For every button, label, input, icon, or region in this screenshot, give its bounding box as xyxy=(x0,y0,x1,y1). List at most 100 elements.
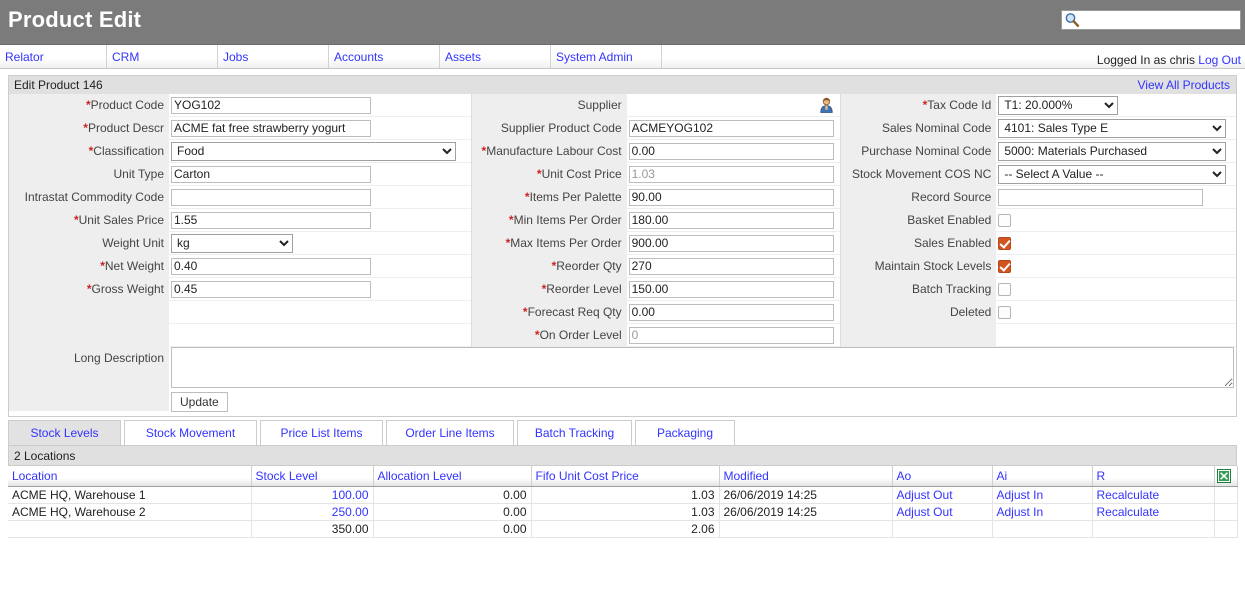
adjust-out-link[interactable]: Adjust Out xyxy=(897,488,953,502)
search-input[interactable] xyxy=(1080,12,1240,28)
tab-order-line-items[interactable]: Order Line Items xyxy=(386,420,514,445)
nav-label: Jobs xyxy=(223,49,249,64)
field-value: 4101: Sales Type E xyxy=(996,117,1236,140)
cell-totals-fifo-unit-cost-price: 2.06 xyxy=(531,520,720,538)
purchase-nominal-code-select[interactable]: 5000: Materials Purchased xyxy=(998,141,1227,161)
nav-item-jobs[interactable]: Jobs xyxy=(218,45,329,68)
stock-level-link[interactable]: 250.00 xyxy=(332,505,369,519)
field-label: *Max Items Per Order xyxy=(471,231,627,255)
field-value xyxy=(996,186,1236,209)
adjust-in-link[interactable]: Adjust In xyxy=(997,488,1044,502)
adjust-in-link[interactable]: Adjust In xyxy=(997,505,1044,519)
field-label: *On Order Level xyxy=(471,323,627,347)
nav-item-crm[interactable]: CRM xyxy=(107,45,218,68)
cell-totals-ai xyxy=(992,520,1093,538)
view-all-products-link[interactable]: View All Products xyxy=(1138,78,1231,92)
basket-enabled-checkbox[interactable] xyxy=(998,213,1012,227)
cell-r: Recalculate xyxy=(1092,486,1215,504)
field-value xyxy=(627,140,841,163)
deleted-checkbox[interactable] xyxy=(998,305,1012,319)
excel-export-icon[interactable] xyxy=(1216,469,1231,484)
field-label: Weight Unit xyxy=(9,231,169,255)
cell-totals-stock-level: 350.00 xyxy=(251,520,374,538)
column-header-location[interactable]: Location xyxy=(8,466,252,487)
tab-batch-tracking[interactable]: Batch Tracking xyxy=(517,420,632,445)
manufacture-labour-cost-input[interactable] xyxy=(628,142,834,160)
tax-code-id-select[interactable]: T1: 20.000% xyxy=(998,95,1119,115)
global-search[interactable] xyxy=(1061,10,1241,30)
column-header-allocation-level[interactable]: Allocation Level xyxy=(373,466,532,487)
log-out-link[interactable]: Log Out xyxy=(1198,53,1241,67)
unit-sales-price-input[interactable] xyxy=(171,211,371,229)
on-order-level-input xyxy=(628,326,834,344)
tab-packaging[interactable]: Packaging xyxy=(635,420,735,445)
nav-label: Assets xyxy=(445,49,482,64)
field-label: *Min Items Per Order xyxy=(471,208,627,232)
gross-weight-input[interactable] xyxy=(171,280,371,298)
stock-level-link[interactable]: 100.00 xyxy=(332,488,369,502)
column-header-r[interactable]: R xyxy=(1092,466,1215,487)
intrastat-commodity-code-input[interactable] xyxy=(171,188,371,206)
column-header-stock-level[interactable]: Stock Level xyxy=(251,466,374,487)
supplier-person-icon[interactable] xyxy=(819,97,834,113)
recalculate-link[interactable]: Recalculate xyxy=(1097,488,1160,502)
field-label: Maintain Stock Levels xyxy=(841,254,997,278)
update-button[interactable]: Update xyxy=(171,392,228,412)
field-classification: *Classification Food xyxy=(9,139,471,163)
long-description-textarea[interactable] xyxy=(171,347,1234,388)
record-source-input[interactable] xyxy=(998,188,1204,206)
label-text: Weight Unit xyxy=(102,235,164,250)
column-header-modified[interactable]: Modified xyxy=(719,466,893,487)
recalculate-link[interactable]: Recalculate xyxy=(1097,505,1160,519)
field-value xyxy=(627,232,841,255)
nav-item-assets[interactable]: Assets xyxy=(440,45,551,68)
field-tax-code-id: *Tax Code Id T1: 20.000% xyxy=(841,93,1236,117)
tab-stock-movement[interactable]: Stock Movement xyxy=(124,420,257,445)
tab-price-list-items[interactable]: Price List Items xyxy=(260,420,383,445)
stock-movement-cos-nc-select[interactable]: -- Select A Value -- xyxy=(998,164,1227,184)
product-descr-input[interactable] xyxy=(171,119,371,137)
field-value xyxy=(627,278,841,301)
column-header-ao[interactable]: Ao xyxy=(892,466,993,487)
field-batch-tracking: Batch Tracking xyxy=(841,277,1236,301)
batch-tracking-checkbox[interactable] xyxy=(998,282,1012,296)
cell-ai: Adjust In xyxy=(992,486,1093,504)
cell-export-spacer xyxy=(1214,486,1238,504)
items-per-palette-input[interactable] xyxy=(628,188,834,206)
column-header-fifo-unit-cost-price[interactable]: Fifo Unit Cost Price xyxy=(531,466,720,487)
net-weight-input[interactable] xyxy=(171,257,371,275)
field-supplier-product-code: Supplier Product Code xyxy=(471,116,841,140)
column-header-ai[interactable]: Ai xyxy=(992,466,1093,487)
classification-select[interactable]: Food xyxy=(171,141,456,161)
label-text: Net Weight xyxy=(104,258,164,273)
supplier-product-code-input[interactable] xyxy=(628,119,834,137)
cell-r: Recalculate xyxy=(1092,503,1215,521)
main-navigation: Relator CRM Jobs Accounts Assets System … xyxy=(0,45,1245,69)
nav-item-system-admin[interactable]: System Admin xyxy=(551,45,662,68)
unit-cost-price-input xyxy=(628,165,834,183)
field-purchase-nominal-code: Purchase Nominal Code 5000: Materials Pu… xyxy=(841,139,1236,163)
reorder-level-input[interactable] xyxy=(628,280,834,298)
field-max-items-per-order: *Max Items Per Order xyxy=(471,231,841,255)
reorder-qty-input[interactable] xyxy=(628,257,834,275)
maintain-stock-levels-checkbox[interactable] xyxy=(998,259,1012,273)
min-items-per-order-input[interactable] xyxy=(628,211,834,229)
sales-nominal-code-select[interactable]: 4101: Sales Type E xyxy=(998,118,1227,138)
unit-type-input[interactable] xyxy=(171,165,371,183)
nav-item-relator[interactable]: Relator xyxy=(0,45,107,68)
field-label: Intrastat Commodity Code xyxy=(9,185,169,209)
table-row: ACME HQ, Warehouse 1 100.00 0.00 1.03 26… xyxy=(8,486,1238,504)
adjust-out-link[interactable]: Adjust Out xyxy=(897,505,953,519)
nav-spacer: Logged In as chris Log Out xyxy=(662,45,1245,68)
nav-item-accounts[interactable]: Accounts xyxy=(329,45,440,68)
weight-unit-select[interactable]: kg xyxy=(171,233,293,253)
forecast-req-qty-input[interactable] xyxy=(628,303,834,321)
product-code-input[interactable] xyxy=(171,96,371,114)
sales-enabled-checkbox[interactable] xyxy=(998,236,1012,250)
product-form: *Product Code *Product Descr *Classifica… xyxy=(8,93,1237,347)
tab-stock-levels[interactable]: Stock Levels xyxy=(8,420,121,445)
field-value xyxy=(169,186,471,209)
field-manufacture-labour-cost: *Manufacture Labour Cost xyxy=(471,139,841,163)
column-header-export[interactable] xyxy=(1214,466,1238,487)
max-items-per-order-input[interactable] xyxy=(628,234,834,252)
